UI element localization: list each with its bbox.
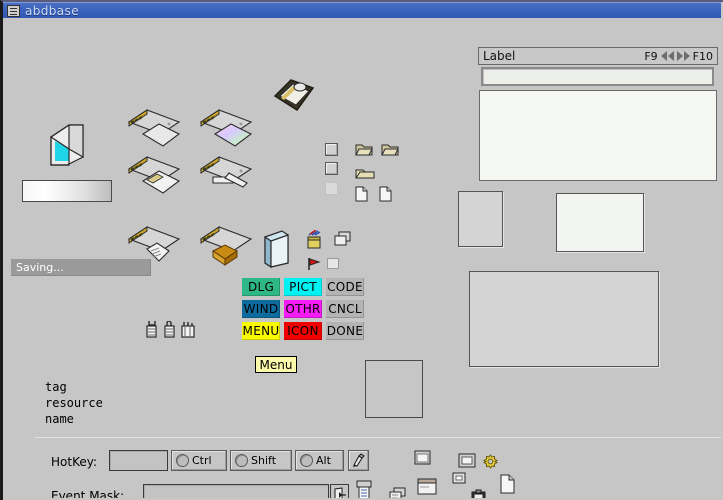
status-bar: Saving... <box>11 259 151 276</box>
square-toggle-3[interactable] <box>325 182 338 195</box>
prev-key-label: F9 <box>644 50 657 63</box>
type-button-othr[interactable]: OTHR <box>284 300 322 318</box>
folder-icon-2[interactable] <box>381 142 399 161</box>
client-area: Saving... DLGPICTCODEWINDO <box>3 19 721 498</box>
card-gradient-icon[interactable] <box>197 104 253 152</box>
type-button-label: ICON <box>287 324 319 338</box>
brush-tool-icon[interactable] <box>348 450 369 471</box>
card-bundle-icon[interactable] <box>197 221 253 269</box>
type-button-menu[interactable]: MENU <box>242 322 280 340</box>
radio-indicator <box>300 454 313 467</box>
type-button-code[interactable]: CODE <box>326 278 364 296</box>
clipboard-icon[interactable] <box>471 489 486 498</box>
blank-page-icon[interactable] <box>327 258 339 269</box>
radio-indicator <box>176 454 189 467</box>
window-menu-icon[interactable] <box>7 5 20 17</box>
modifier-alt-radio[interactable]: Alt <box>295 450 344 471</box>
label-panel-header: Label F9 F10 <box>478 47 718 65</box>
preview-panel-large[interactable] <box>469 271 659 367</box>
type-button-pict[interactable]: PICT <box>284 278 322 296</box>
cascade-windows-icon[interactable] <box>334 231 351 251</box>
folder-open-icon[interactable] <box>355 165 375 184</box>
type-button-label: MENU <box>243 324 280 338</box>
square-toggle-1[interactable] <box>325 143 338 156</box>
hotkey-input[interactable] <box>109 450 168 471</box>
hand-point-icon[interactable] <box>163 321 176 342</box>
clipboard-iso-icon[interactable] <box>269 74 321 124</box>
square-toggle-2[interactable] <box>325 162 338 175</box>
field-label-name: name <box>45 412 74 426</box>
title-bar[interactable]: abdbase <box>3 2 721 18</box>
modifier-shift-radio[interactable]: Shift <box>230 450 292 471</box>
preview-panel-tall[interactable] <box>458 191 503 247</box>
folder-icon-1[interactable] <box>355 142 373 161</box>
type-button-icon[interactable]: ICON <box>284 322 322 340</box>
printer-page-icon[interactable] <box>356 480 372 498</box>
gradient-bar-icon[interactable] <box>22 180 112 202</box>
label-panel-nav: F9 F10 <box>644 50 713 63</box>
type-button-dlg[interactable]: DLG <box>242 278 280 296</box>
type-button-label: OTHR <box>285 302 320 316</box>
label-panel-title: Label <box>483 49 515 63</box>
preview-panel-square[interactable] <box>365 360 423 418</box>
radio-indicator <box>235 454 248 467</box>
type-button-cncl[interactable]: CNCL <box>326 300 364 318</box>
double-arrow-right-icon[interactable] <box>677 51 690 61</box>
cascade-small-icon[interactable] <box>389 487 406 498</box>
double-arrow-left-icon[interactable] <box>661 51 674 61</box>
window-title-icon[interactable] <box>417 478 437 498</box>
hotkey-label: HotKey: <box>51 455 97 469</box>
type-button-label: DLG <box>248 280 274 294</box>
brush-cup-icon[interactable] <box>306 230 324 254</box>
card-plain-icon[interactable] <box>125 104 181 152</box>
type-button-label: DONE <box>327 324 363 338</box>
nested-window-icon[interactable] <box>452 469 466 488</box>
modifier-shift-label: Shift <box>251 454 276 467</box>
application-window: abdbase <box>0 0 723 500</box>
label-panel: Label F9 F10 <box>478 47 718 182</box>
type-button-label: WIND <box>244 302 279 316</box>
type-button-wind[interactable]: WIND <box>242 300 280 318</box>
label-input[interactable] <box>481 67 714 86</box>
window-title: abdbase <box>25 4 79 18</box>
hand-lock-icon[interactable] <box>145 321 158 342</box>
red-flag-icon[interactable] <box>306 256 322 275</box>
status-text: Saving... <box>16 261 64 274</box>
book-blue-icon[interactable] <box>262 229 290 273</box>
document-icon[interactable] <box>500 474 515 498</box>
type-button-done[interactable]: DONE <box>326 322 364 340</box>
gear-icon[interactable] <box>483 454 498 473</box>
modifier-ctrl-radio[interactable]: Ctrl <box>171 450 227 471</box>
modifier-alt-label: Alt <box>316 454 331 467</box>
menu-chip-label: Menu <box>260 358 293 372</box>
page-icon-2[interactable] <box>379 186 392 206</box>
open-book-icon[interactable] <box>45 119 89 171</box>
type-button-label: PICT <box>289 280 317 294</box>
modifier-ctrl-label: Ctrl <box>192 454 212 467</box>
hand-pinch-icon[interactable] <box>181 321 195 342</box>
menu-chip-button[interactable]: Menu <box>255 356 297 373</box>
page-icon-1[interactable] <box>355 186 368 206</box>
event-mask-label: Event Mask: <box>51 489 124 498</box>
next-key-label: F10 <box>693 50 713 63</box>
section-divider <box>35 437 721 438</box>
type-button-label: CNCL <box>328 302 362 316</box>
card-note-icon[interactable] <box>125 151 181 199</box>
field-label-tag: tag <box>45 380 67 394</box>
preview-panel-wide[interactable] <box>556 193 644 252</box>
window-frame-icon[interactable] <box>414 450 431 469</box>
type-button-label: CODE <box>327 280 363 294</box>
event-mask-input[interactable] <box>143 484 329 498</box>
card-tool-icon[interactable] <box>197 151 253 199</box>
label-body-text-area[interactable] <box>479 90 717 181</box>
field-label-resource: resource <box>45 396 103 410</box>
event-pick-icon[interactable] <box>330 484 349 498</box>
